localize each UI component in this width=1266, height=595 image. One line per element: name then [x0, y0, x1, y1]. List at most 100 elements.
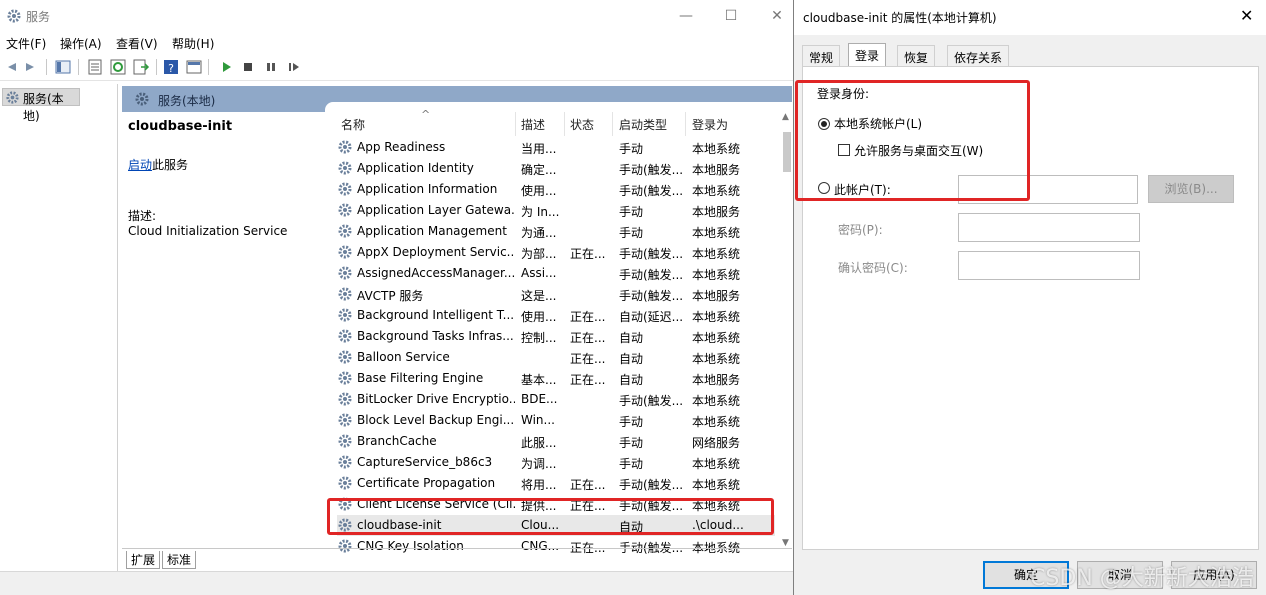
password-field[interactable] — [958, 213, 1140, 242]
tab-general[interactable]: 常规 — [802, 45, 841, 66]
minimize-button[interactable]: — — [676, 6, 696, 26]
dialog-close-button[interactable]: ✕ — [1240, 6, 1253, 25]
table-row[interactable]: Application Layer Gatewa... 为 In... 手动 本地服务 — [337, 200, 775, 221]
service-startup-type: 手动 — [619, 457, 644, 471]
service-gear-icon — [337, 265, 353, 284]
service-description: 为 In... — [521, 205, 560, 219]
service-gear-icon — [337, 328, 353, 347]
tab-standard[interactable]: 标准 — [162, 551, 197, 569]
table-row[interactable]: AssignedAccessManager... Assi... 手动(触发... 本… — [337, 263, 775, 284]
service-gear-icon — [337, 307, 353, 326]
table-row[interactable]: AppX Deployment Servic... 为部... 正在... 手动(触发… — [337, 242, 775, 263]
password-label: 密码(P): — [838, 223, 883, 237]
tree-item-services-local[interactable]: 服务(本地) — [2, 88, 80, 123]
service-description: 将用... — [521, 478, 557, 492]
table-row[interactable]: Application Management 为通... 手动 本地系统 — [337, 221, 775, 242]
service-startup-type: 自动 — [619, 352, 644, 366]
column-separator — [564, 112, 565, 136]
menu-action[interactable]: 操作(A) — [60, 35, 102, 52]
service-name: Background Intelligent T... — [357, 308, 515, 322]
scroll-down-icon[interactable]: ▼ — [782, 538, 789, 548]
show-hide-icon[interactable] — [185, 58, 203, 76]
service-description: 确定... — [521, 163, 557, 177]
service-gear-icon — [337, 160, 353, 179]
tab-logon[interactable]: 登录 — [848, 43, 887, 67]
maximize-button[interactable]: ☐ — [721, 6, 741, 26]
menu-help[interactable]: 帮助(H) — [172, 35, 214, 52]
service-startup-type: 手动(触发... — [619, 268, 684, 282]
service-startup-type: 手动(触发... — [619, 163, 684, 177]
service-logon-as: 本地服务 — [692, 205, 741, 219]
menu-view[interactable]: 查看(V) — [116, 35, 158, 52]
service-gear-icon — [337, 202, 353, 221]
service-detail-panel: cloudbase-init 启动此服务 描述: Cloud Initializ… — [122, 112, 327, 548]
service-name: BitLocker Drive Encryptio... — [357, 392, 515, 406]
scroll-up-icon[interactable]: ▲ — [782, 112, 789, 122]
table-row[interactable]: Block Level Backup Engi... Win... 手动 本地系统 — [337, 410, 775, 431]
menu-file[interactable]: 文件(F) — [6, 35, 46, 52]
tab-dependencies[interactable]: 依存关系 — [947, 45, 1010, 66]
table-row[interactable]: Application Identity 确定... 手动(触发... 本地服务 — [337, 158, 775, 179]
table-row[interactable]: BitLocker Drive Encryptio... BDE... 手动(触发.… — [337, 389, 775, 410]
service-description: Win... — [521, 413, 555, 427]
column-header-logon-as[interactable]: 登录为 — [692, 116, 728, 133]
properties-dialog: cloudbase-init 的属性(本地计算机) ✕ 常规 登录 恢复 依存关… — [793, 0, 1266, 595]
tree-item-label: 服务(本地) — [23, 92, 64, 123]
refresh-icon[interactable] — [109, 58, 127, 76]
console-tree-icon[interactable] — [54, 58, 72, 76]
confirm-password-field[interactable] — [958, 251, 1140, 280]
vertical-scrollbar[interactable]: ▲ ▼ — [781, 112, 793, 548]
service-logon-as: 本地系统 — [692, 142, 741, 156]
service-logon-as: 本地服务 — [692, 289, 741, 303]
column-header-description[interactable]: 描述 — [521, 116, 545, 133]
tab-recovery[interactable]: 恢复 — [897, 45, 936, 66]
column-header-startup-type[interactable]: 启动类型 — [619, 116, 667, 133]
tab-extended[interactable]: 扩展 — [126, 551, 161, 569]
scrollbar-thumb[interactable] — [783, 132, 791, 172]
start-service-icon[interactable] — [217, 58, 235, 76]
column-header-name[interactable]: 名称 — [341, 116, 365, 133]
table-row[interactable]: Balloon Service 正在... 自动 本地系统 — [337, 347, 775, 368]
table-row[interactable]: Background Intelligent T... 使用... 正在... 自动(… — [337, 305, 775, 326]
service-status: 正在... — [570, 373, 606, 387]
column-separator — [685, 112, 686, 136]
pause-service-icon[interactable] — [262, 58, 280, 76]
service-gear-icon — [337, 475, 353, 494]
help-icon[interactable]: ? — [162, 58, 180, 76]
table-row[interactable]: AVCTP 服务 这是... 手动(触发... 本地服务 — [337, 284, 775, 305]
service-logon-as: 本地系统 — [692, 226, 741, 240]
table-row[interactable]: Background Tasks Infras... 控制... 正在... 自动 本地… — [337, 326, 775, 347]
start-service-suffix: 此服务 — [152, 158, 189, 172]
service-name: Application Layer Gatewa... — [357, 203, 515, 217]
service-name: BranchCache — [357, 434, 437, 448]
service-status: 正在... — [570, 310, 606, 324]
service-startup-type: 手动 — [619, 142, 644, 156]
service-description: 控制... — [521, 331, 557, 345]
service-name: Application Management — [357, 224, 507, 238]
toolbar-separator — [208, 59, 209, 75]
service-name: Base Filtering Engine — [357, 371, 484, 385]
table-row[interactable]: CaptureService_b86c3 为调... 手动 本地系统 — [337, 452, 775, 473]
service-logon-as: 本地服务 — [692, 373, 741, 387]
table-row[interactable]: Certificate Propagation 将用... 正在... 手动(触发..… — [337, 473, 775, 494]
table-row[interactable]: App Readiness 当用... 手动 本地系统 — [337, 137, 775, 158]
service-startup-type: 手动 — [619, 205, 644, 219]
forward-icon[interactable] — [22, 58, 40, 76]
back-icon[interactable] — [2, 58, 20, 76]
export-list-icon[interactable] — [132, 58, 150, 76]
browse-button[interactable]: 浏览(B)... — [1148, 175, 1234, 203]
close-button[interactable]: ✕ — [767, 6, 787, 26]
table-row[interactable]: Base Filtering Engine 基本... 正在... 自动 本地服务 — [337, 368, 775, 389]
table-row[interactable]: BranchCache 此服... 手动 网络服务 — [337, 431, 775, 452]
toolbar-separator — [46, 59, 47, 75]
stop-service-icon[interactable] — [239, 58, 257, 76]
service-gear-icon — [337, 139, 353, 158]
restart-service-icon[interactable] — [285, 58, 303, 76]
pane-header-title: 服务(本地) — [158, 94, 216, 108]
start-service-link[interactable]: 启动 — [128, 158, 152, 172]
column-header-status[interactable]: 状态 — [570, 116, 594, 133]
service-description: 为调... — [521, 457, 557, 471]
properties-icon[interactable] — [86, 58, 104, 76]
dialog-title: cloudbase-init 的属性(本地计算机) — [803, 11, 997, 25]
table-row[interactable]: Application Information 使用... 手动(触发... 本地系统 — [337, 179, 775, 200]
